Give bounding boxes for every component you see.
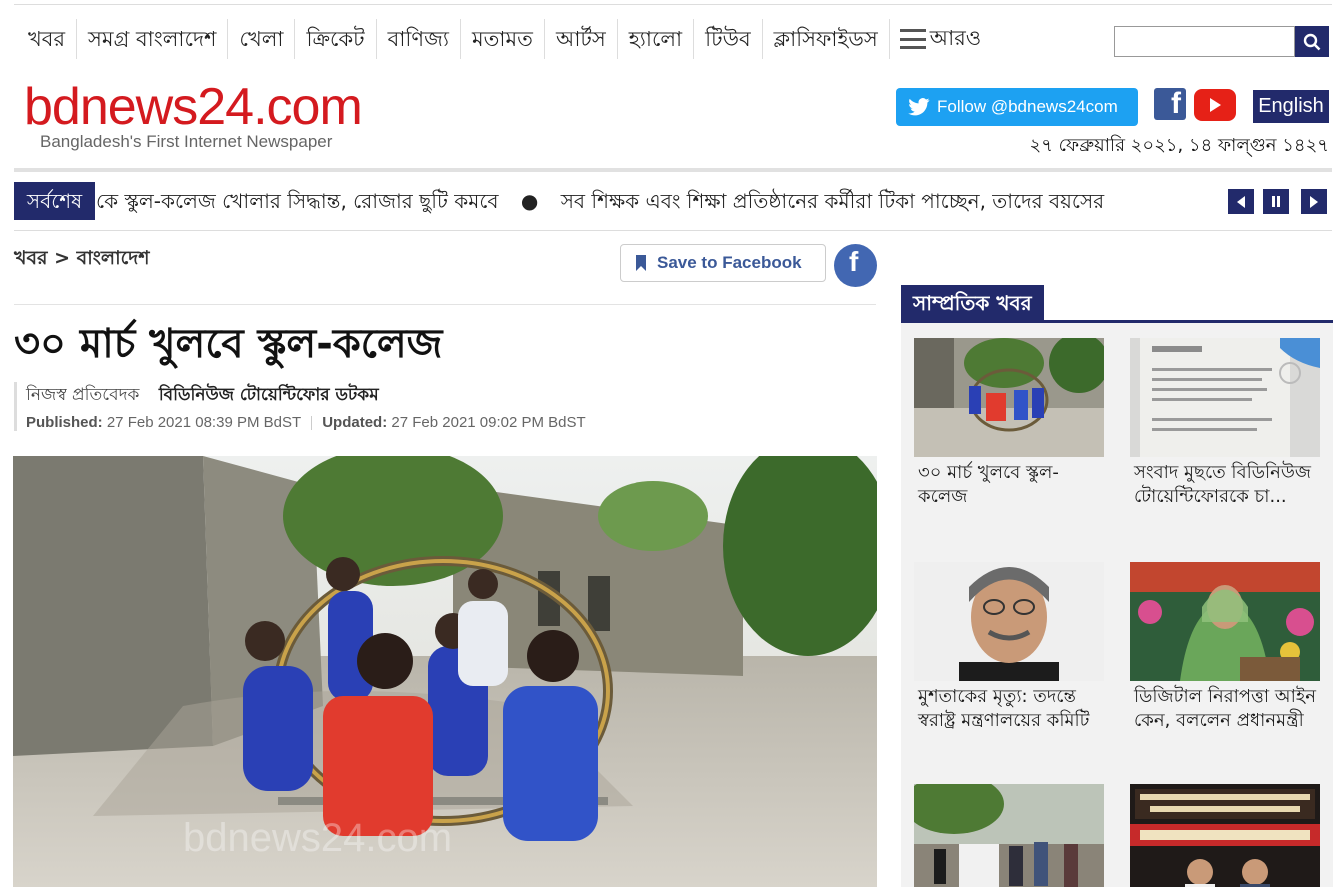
svg-text:bdnews24.com: bdnews24.com: [183, 816, 452, 860]
search-button[interactable]: [1295, 26, 1329, 57]
news-thumbnail: [914, 784, 1104, 887]
chevron-right-icon: [1310, 195, 1318, 208]
recent-news-card[interactable]: ডিজিটাল নিরাপত্তা আইন কেন, বললেন প্রধানম…: [1130, 562, 1320, 733]
news-thumbnail: [1130, 338, 1320, 457]
logo-tagline: Bangladesh's First Internet Newspaper: [40, 132, 333, 151]
search-box: [1114, 26, 1329, 57]
news-thumbnail: [914, 338, 1104, 457]
logo-text: bdnews24.com: [24, 78, 363, 136]
breadcrumb[interactable]: খবর > বাংলাদেশ: [14, 244, 149, 276]
sidebar-title-rule: [901, 320, 1333, 323]
nav-item-tube[interactable]: টিউব: [694, 19, 763, 59]
youtube-icon[interactable]: [1194, 89, 1236, 121]
nav-item-classifieds[interactable]: ক্লাসিফাইডস: [763, 19, 890, 59]
ticker-prev-button[interactable]: [1228, 189, 1254, 214]
reporter-name: নিজস্ব প্রতিবেদক: [26, 385, 140, 405]
nav-item-opinion[interactable]: মতামত: [461, 19, 545, 59]
nav-item-cricket[interactable]: ক্রিকেট: [295, 19, 377, 59]
recent-news-sidebar: সাম্প্রতিক খবর ৩০ মার্চ খুলবে স্কুল-কলেজ…: [901, 285, 1333, 887]
article-headline: ৩০ মার্চ খুলবে স্কুল-কলেজ: [14, 321, 443, 367]
nav-item-arts[interactable]: আর্টস: [545, 19, 618, 59]
chevron-left-icon: [1237, 195, 1245, 208]
pause-icon: [1272, 196, 1280, 207]
ticker-item[interactable]: সব শিক্ষক এবং শিক্ষা প্রতিষ্ঠানের কর্মীর…: [561, 189, 1104, 213]
nav-item-business[interactable]: বাণিজ্য: [377, 19, 461, 59]
twitter-follow-label: Follow @bdnews24com: [937, 97, 1118, 116]
ticker-pause-button[interactable]: [1263, 189, 1289, 214]
news-thumbnail: [1130, 562, 1320, 681]
facebook-share-icon[interactable]: f: [834, 244, 877, 287]
hamburger-icon: [899, 29, 926, 49]
news-caption: ডিজিটাল নিরাপত্তা আইন কেন, বললেন প্রধানম…: [1134, 686, 1316, 731]
ticker-item[interactable]: কে স্কুল-কলেজ খোলার সিদ্ধান্ত, রোজার ছুট…: [96, 189, 499, 213]
news-thumbnail: [914, 562, 1104, 681]
nav-more-label: আরও: [929, 25, 982, 50]
nav-item-hello[interactable]: হ্যালো: [618, 19, 695, 59]
recent-news-card[interactable]: মুশতাকের মৃত্যু: তদন্তে স্বরাষ্ট্র মন্ত্…: [914, 562, 1104, 733]
current-date: ২৭ ফেব্রুয়ারি ২০২১, ১৪ ফাল্গুন ১৪২৭: [1029, 135, 1329, 156]
top-divider: [14, 4, 1332, 5]
site-logo[interactable]: bdnews24.com Bangladesh's First Internet…: [24, 78, 363, 152]
nav-item-sports[interactable]: খেলা: [228, 19, 296, 59]
article-byline: নিজস্ব প্রতিবেদক বিডিনিউজ টোয়েন্টিফোর ড…: [14, 382, 586, 431]
outlet-name: বিডিনিউজ টোয়েন্টিফোর ডটকম: [158, 385, 379, 405]
recent-news-card[interactable]: ৩০ মার্চ খুলবে স্কুল-কলেজ: [914, 338, 1104, 509]
twitter-follow-button[interactable]: Follow @bdnews24com: [896, 88, 1138, 126]
ticker-top-rule: [14, 168, 1332, 172]
recent-news-card[interactable]: [1130, 784, 1320, 887]
news-caption: ৩০ মার্চ খুলবে স্কুল-কলেজ: [918, 462, 1059, 507]
published-label: Published:: [26, 414, 103, 431]
ticker-label: সর্বশেষ: [14, 182, 95, 220]
search-icon: [1303, 33, 1321, 50]
article-lead-photo: bdnews24.com: [13, 456, 877, 887]
breaking-news-ticker: সর্বশেষ কে স্কুল-কলেজ খোলার সিদ্ধান্ত, র…: [14, 182, 1332, 222]
news-thumbnail: [1130, 784, 1320, 887]
article-divider: [14, 304, 876, 305]
save-to-facebook-button[interactable]: Save to Facebook: [620, 244, 826, 282]
news-caption: মুশতাকের মৃত্যু: তদন্তে স্বরাষ্ট্র মন্ত্…: [918, 686, 1090, 731]
english-edition-button[interactable]: English: [1253, 90, 1329, 123]
published-time: 27 Feb 2021 08:39 PM BdST: [106, 414, 301, 431]
recent-news-card[interactable]: সংবাদ মুছতে বিডিনিউজ টোয়েন্টিফোরকে চা..…: [1130, 338, 1320, 509]
save-to-facebook-label: Save to Facebook: [657, 253, 802, 272]
nav-item-news[interactable]: খবর: [14, 19, 78, 59]
bookmark-icon: [636, 255, 646, 271]
news-caption: সংবাদ মুছতে বিডিনিউজ টোয়েন্টিফোরকে চা..…: [1134, 462, 1312, 507]
twitter-icon: [908, 98, 930, 116]
nav-more-button[interactable]: আরও: [890, 22, 992, 57]
ticker-separator: ●: [520, 189, 539, 213]
nav-item-bangladesh[interactable]: সমগ্র বাংলাদেশ: [77, 19, 229, 59]
facebook-icon[interactable]: f: [1154, 88, 1186, 120]
ticker-text: কে স্কুল-কলেজ খোলার সিদ্ধান্ত, রোজার ছুট…: [96, 182, 1216, 220]
main-nav: খবর সমগ্র বাংলাদেশ খেলা ক্রিকেট বাণিজ্য …: [14, 18, 991, 60]
play-icon: [1210, 98, 1221, 112]
updated-label: Updated:: [322, 414, 388, 431]
sidebar-title: সাম্প্রতিক খবর: [901, 285, 1044, 321]
ticker-bottom-rule: [14, 230, 1332, 231]
ticker-next-button[interactable]: [1301, 189, 1327, 214]
updated-time: 27 Feb 2021 09:02 PM BdST: [391, 414, 586, 431]
search-input[interactable]: [1114, 26, 1295, 57]
recent-news-card[interactable]: [914, 784, 1104, 887]
